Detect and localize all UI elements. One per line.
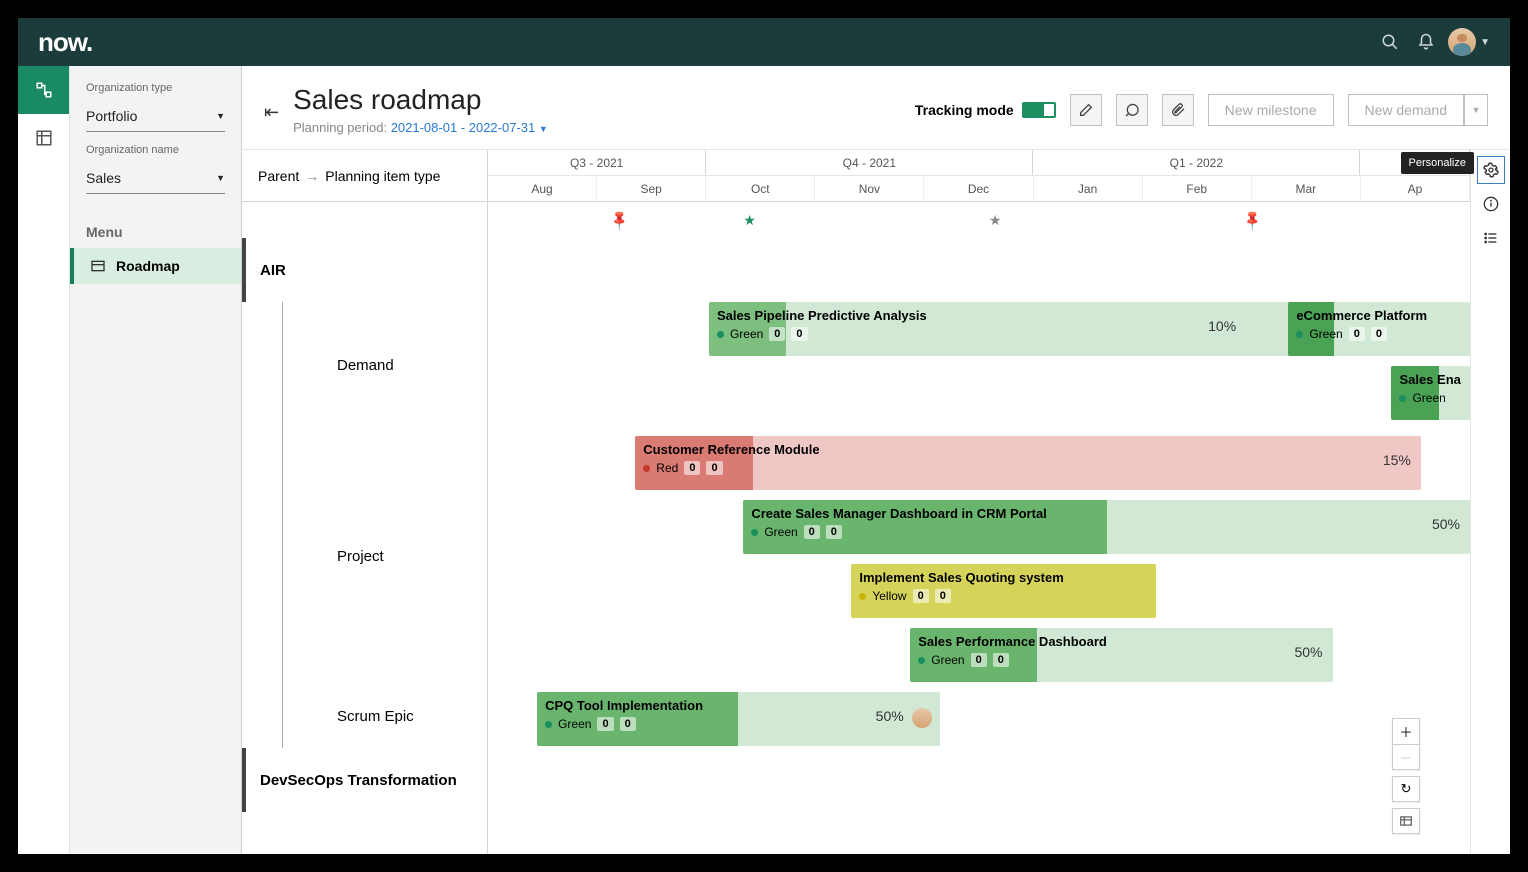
comment-button[interactable]: [1116, 94, 1148, 126]
list-icon: [1483, 230, 1499, 246]
collapse-sidebar-button[interactable]: ⇤: [264, 96, 279, 123]
tracking-mode: Tracking mode: [915, 102, 1056, 118]
new-demand-button[interactable]: New demand: [1348, 94, 1465, 126]
month: Oct: [706, 176, 815, 201]
chevron-down-icon[interactable]: ▼: [1480, 37, 1490, 48]
new-milestone-button[interactable]: New milestone: [1208, 94, 1334, 126]
month: Aug: [488, 176, 597, 201]
grouping-header[interactable]: Parent → Planning item type: [242, 150, 487, 202]
category-scrum-epic[interactable]: Scrum Epic: [282, 684, 487, 748]
rail-item-tree[interactable]: [18, 66, 69, 114]
fit-button[interactable]: [1392, 808, 1420, 834]
caret-icon: ▼: [216, 111, 225, 121]
topbar: now. ▼: [18, 18, 1510, 66]
menu-title: Menu: [70, 202, 241, 248]
bell-icon[interactable]: [1408, 24, 1444, 60]
quarter: Q1 - 2022: [1033, 150, 1360, 175]
pin-icon[interactable]: 📌: [1241, 208, 1265, 232]
bar-sales-enablement[interactable]: Sales Ena Green: [1391, 366, 1470, 420]
header: ⇤ Sales roadmap Planning period: 2021-08…: [242, 66, 1510, 150]
gear-icon: [1483, 162, 1499, 178]
assignee-avatar[interactable]: [912, 708, 932, 728]
avatar[interactable]: [1448, 28, 1476, 56]
bar-perf-dashboard[interactable]: Sales Performance Dashboard Green00 50%: [910, 628, 1332, 682]
caret-icon: ▼: [539, 124, 548, 134]
sidebar-item-roadmap[interactable]: Roadmap: [70, 248, 241, 284]
edit-button[interactable]: [1070, 94, 1102, 126]
roadmap-icon: [90, 258, 106, 274]
logo: now.: [38, 27, 92, 58]
timeline[interactable]: Q3 - 2021 Q4 - 2021 Q1 - 2022 Aug Sep Oc…: [488, 150, 1470, 854]
category-project[interactable]: Project: [282, 428, 487, 684]
star-icon[interactable]: ★: [743, 212, 756, 229]
quarter: Q4 - 2021: [706, 150, 1033, 175]
rail-item-matrix[interactable]: [18, 114, 69, 162]
org-name-label: Organization name: [86, 144, 225, 156]
info-button[interactable]: [1477, 190, 1505, 218]
quarter: Q3 - 2021: [488, 150, 706, 175]
pin-icon[interactable]: 📌: [607, 208, 631, 232]
group-air[interactable]: AIR: [242, 238, 487, 302]
right-rail: Personalize: [1470, 150, 1510, 854]
planning-period-label: Planning period:: [293, 120, 387, 135]
settings-button[interactable]: [1477, 156, 1505, 184]
reset-button[interactable]: ↻: [1392, 776, 1420, 802]
month: Mar: [1252, 176, 1361, 201]
info-icon: [1483, 196, 1499, 212]
search-icon[interactable]: [1372, 24, 1408, 60]
personalize-tooltip: Personalize: [1401, 152, 1474, 174]
category-demand[interactable]: Demand: [282, 302, 487, 428]
month: Feb: [1143, 176, 1252, 201]
caret-icon: ▼: [216, 173, 225, 183]
planning-period-value[interactable]: 2021-08-01 - 2022-07-31: [391, 120, 536, 135]
attachment-button[interactable]: [1162, 94, 1194, 126]
bar-customer-reference[interactable]: Customer Reference Module Red00 15%: [635, 436, 1421, 490]
nav-rail: [18, 66, 70, 854]
list-button[interactable]: [1477, 224, 1505, 252]
sidebar: Organization type Portfolio▼ Organizatio…: [70, 66, 242, 854]
org-name-select[interactable]: Sales▼: [86, 162, 225, 194]
org-type-label: Organization type: [86, 82, 225, 94]
zoom-out-button[interactable]: －: [1392, 744, 1420, 770]
tracking-toggle[interactable]: [1022, 102, 1056, 118]
group-devsecops[interactable]: DevSecOps Transformation: [242, 748, 487, 812]
org-type-select[interactable]: Portfolio▼: [86, 100, 225, 132]
bar-quoting[interactable]: Implement Sales Quoting system Yellow00: [851, 564, 1155, 618]
bar-cpq[interactable]: CPQ Tool Implementation Green00 50%: [537, 692, 940, 746]
month: Jan: [1034, 176, 1143, 201]
bar-crm-dashboard[interactable]: Create Sales Manager Dashboard in CRM Po…: [743, 500, 1470, 554]
new-demand-caret[interactable]: ▼: [1464, 94, 1488, 126]
month: Sep: [597, 176, 706, 201]
month: Dec: [924, 176, 1033, 201]
month: Ap: [1361, 176, 1470, 201]
zoom-in-button[interactable]: ＋: [1392, 718, 1420, 744]
star-icon[interactable]: ★: [989, 212, 1002, 229]
bar-ecommerce[interactable]: eCommerce Platform Green00: [1288, 302, 1470, 356]
month: Nov: [815, 176, 924, 201]
page-title: Sales roadmap: [293, 84, 901, 116]
